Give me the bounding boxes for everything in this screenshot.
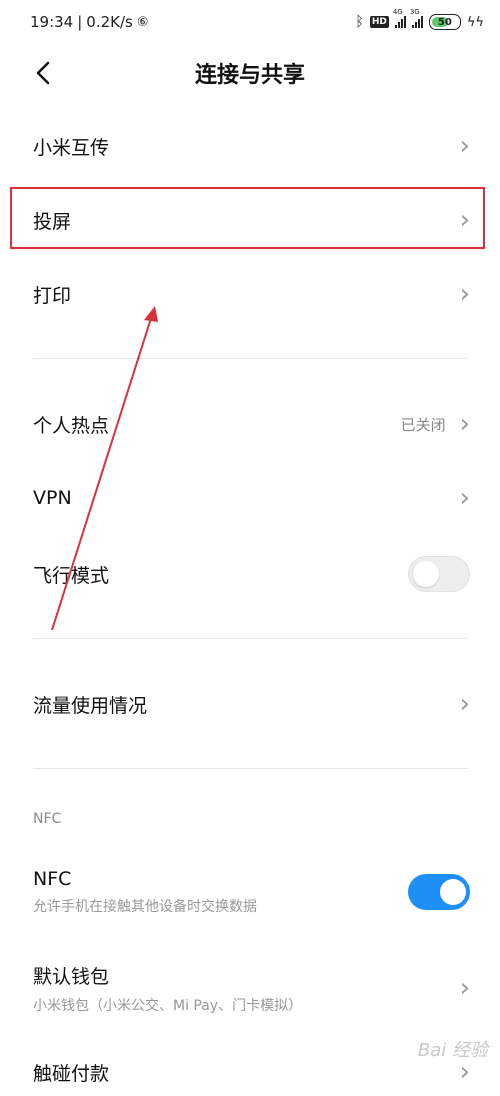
annotation-arrow xyxy=(51,306,158,631)
watermark-logo: Bai 经验 xyxy=(417,1040,488,1061)
